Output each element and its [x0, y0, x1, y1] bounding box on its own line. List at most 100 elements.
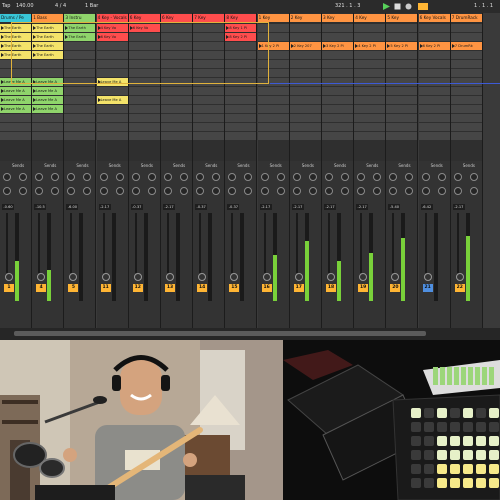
track-header[interactable]: 5 Key [386, 14, 418, 22]
clip-slot[interactable] [161, 42, 192, 50]
volume-fader[interactable] [199, 213, 202, 273]
clip-slot[interactable]: 6 Key 2 Pi [418, 42, 450, 50]
clip-slot[interactable] [354, 60, 386, 68]
clip[interactable]: 2 Key 207 [289, 42, 321, 50]
send-knob[interactable] [164, 187, 172, 195]
clip-slot[interactable] [64, 42, 96, 50]
send-knob[interactable] [196, 173, 205, 181]
clip-slot[interactable]: 3 Key 2 Pi [322, 42, 353, 50]
volume-fader[interactable] [424, 213, 427, 273]
clip-play-icon[interactable] [1, 53, 4, 57]
clip[interactable]: The Earth [64, 24, 96, 32]
tap-tempo-button[interactable]: Tap [2, 3, 10, 9]
track-header[interactable]: 7 DrumRack [450, 14, 482, 22]
clip-slot[interactable] [225, 69, 257, 77]
volume-readout[interactable]: -2.17 [163, 204, 175, 210]
track-header[interactable]: 3 Instru [64, 14, 96, 22]
clip-play-icon[interactable] [97, 80, 101, 84]
clip[interactable]: 1 Key 2 Pi [257, 42, 289, 50]
clip-slot[interactable]: Leave Me A [0, 105, 31, 113]
clip-slot[interactable] [354, 51, 386, 59]
volume-fader[interactable] [6, 213, 8, 273]
clip-play-icon[interactable] [258, 44, 262, 48]
clip-slot[interactable] [450, 51, 482, 59]
clip-slot[interactable]: 1 Key 2 Pi [257, 42, 289, 50]
clip-slot[interactable] [257, 96, 289, 104]
clip-slot[interactable] [161, 33, 192, 41]
clip-slot[interactable] [354, 78, 386, 86]
clip-slot[interactable] [322, 69, 353, 77]
send-knob[interactable] [19, 173, 27, 181]
track-activator[interactable]: 18 [326, 284, 336, 292]
clip-slot[interactable] [257, 51, 289, 59]
clip-slot[interactable] [225, 96, 257, 104]
clip-slot[interactable]: The Earth [64, 24, 96, 32]
overdub-button[interactable] [418, 3, 428, 10]
clip-slot[interactable] [450, 33, 482, 41]
clip-slot[interactable] [418, 114, 450, 122]
clip-slot[interactable] [450, 69, 482, 77]
clip-slot[interactable] [289, 51, 321, 59]
clip-slot[interactable] [322, 132, 353, 140]
pan-knob[interactable] [327, 273, 335, 281]
clip-slot[interactable] [322, 105, 353, 113]
clip-slot[interactable]: 4 Key 2 Pi [354, 42, 386, 50]
clip-play-icon[interactable] [1, 26, 4, 30]
clip-play-icon[interactable] [33, 35, 37, 39]
send-knob[interactable] [228, 173, 237, 181]
clip-play-icon[interactable] [129, 26, 133, 30]
clip-slot[interactable] [193, 96, 225, 104]
clip-slot[interactable] [289, 96, 321, 104]
clip-slot[interactable] [418, 69, 450, 77]
clip[interactable]: Leave Me A [0, 96, 31, 104]
clip[interactable]: Leave Me A [32, 96, 64, 104]
send-knob[interactable] [228, 187, 237, 195]
send-knob[interactable] [357, 173, 366, 181]
volume-fader[interactable] [456, 213, 459, 273]
clip-slot[interactable] [0, 69, 31, 77]
clip-slot[interactable] [354, 24, 386, 32]
pan-knob[interactable] [391, 273, 400, 281]
clip-slot[interactable] [0, 132, 31, 140]
clip-slot[interactable] [322, 114, 353, 122]
clip-slot[interactable] [161, 132, 192, 140]
clip-slot[interactable] [32, 114, 64, 122]
clip-slot[interactable]: 7 DrumRk [450, 42, 482, 50]
clip-play-icon[interactable] [1, 35, 4, 39]
clip-slot[interactable]: Leave Me A [32, 87, 64, 95]
pan-knob[interactable] [133, 273, 142, 281]
pan-knob[interactable] [101, 273, 110, 281]
clip[interactable]: The Earth [32, 51, 64, 59]
clip-slot[interactable] [0, 60, 31, 68]
clip-slot[interactable] [161, 114, 192, 122]
time-signature[interactable]: 4 / 4 [55, 3, 66, 9]
send-knob[interactable] [99, 173, 108, 181]
clip-slot[interactable] [128, 42, 160, 50]
pan-knob[interactable] [359, 273, 368, 281]
volume-readout[interactable]: -6.00 [66, 204, 79, 210]
volume-fader[interactable] [70, 213, 73, 273]
clip-play-icon[interactable] [387, 44, 391, 48]
clip-slot[interactable] [322, 87, 353, 95]
send-knob[interactable] [260, 173, 269, 181]
clip-slot[interactable] [193, 123, 225, 131]
clip-slot[interactable] [64, 132, 96, 140]
send-knob[interactable] [164, 173, 172, 181]
send-knob[interactable] [276, 173, 285, 181]
send-knob[interactable] [83, 173, 92, 181]
clip-slot[interactable] [193, 42, 225, 50]
track-header[interactable]: 3 Key [322, 14, 353, 22]
clip[interactable]: 5 Key 2 Pi [386, 42, 418, 50]
clip-slot[interactable] [386, 105, 418, 113]
send-knob[interactable] [212, 187, 221, 195]
scrollbar-thumb[interactable] [14, 331, 426, 336]
clip[interactable]: The Earth [32, 42, 64, 50]
pan-knob[interactable] [230, 273, 239, 281]
clip-slot[interactable] [257, 87, 289, 95]
clip-slot[interactable] [450, 105, 482, 113]
clip-slot[interactable] [289, 33, 321, 41]
track-header[interactable]: 7 Key [193, 14, 225, 22]
clip-slot[interactable] [418, 60, 450, 68]
send-knob[interactable] [99, 187, 108, 195]
volume-fader[interactable] [134, 213, 137, 273]
